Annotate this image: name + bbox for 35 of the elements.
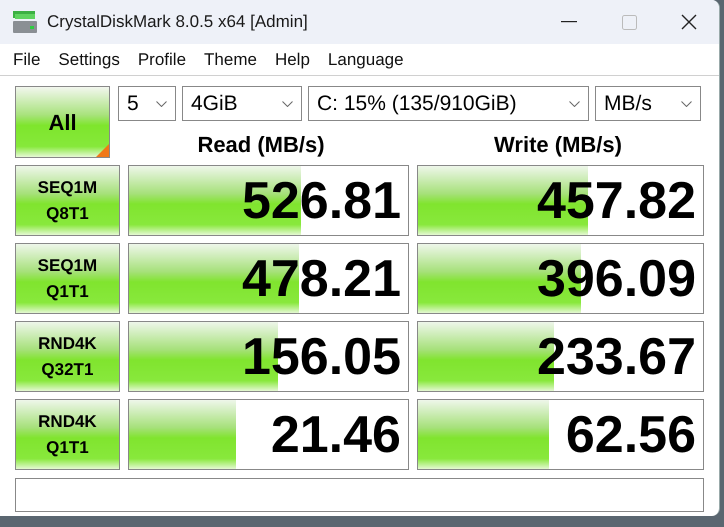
menu-item[interactable]: Theme: [195, 46, 266, 72]
column-header: Read (MB/s): [197, 130, 325, 159]
menu-item[interactable]: Profile: [128, 46, 196, 72]
column-header: Write (MB/s): [494, 130, 622, 159]
result-value: 457.82: [536, 172, 696, 230]
result-value: 478.21: [242, 250, 401, 308]
menu-item[interactable]: Settings: [49, 46, 129, 72]
result-value: 156.05: [242, 328, 401, 386]
test-button[interactable]: RND4K Q32T1: [15, 321, 120, 392]
chevron-down-icon: [681, 100, 692, 106]
menu-item[interactable]: File: [4, 46, 50, 72]
dropdown[interactable]: 4GiB: [182, 86, 302, 121]
result-value: 526.81: [242, 172, 401, 230]
result-value: 62.56: [566, 406, 696, 464]
minimize-icon: [561, 21, 577, 23]
result-value: 233.67: [536, 328, 696, 386]
menu-item[interactable]: Language: [318, 46, 413, 72]
chevron-down-icon: [156, 100, 167, 106]
close-icon: [681, 14, 697, 30]
dropdown[interactable]: C: 15% (135/910GiB): [308, 86, 589, 121]
chevron-down-icon: [569, 100, 580, 106]
test-button[interactable]: SEQ1M Q8T1: [15, 165, 120, 236]
chevron-down-icon: [282, 100, 293, 106]
test-button[interactable]: RND4K Q1T1: [15, 399, 120, 470]
dropdown[interactable]: 5: [118, 86, 176, 121]
all-button[interactable]: All: [15, 86, 110, 158]
dropdown[interactable]: MB/s: [595, 86, 701, 121]
app-disk-icon: [13, 11, 37, 33]
result-value: 396.09: [536, 250, 696, 308]
window-title: CrystalDiskMark 8.0.5 x64 [Admin]: [47, 11, 308, 34]
corner-triangle-icon: [96, 144, 109, 157]
test-button[interactable]: SEQ1M Q1T1: [15, 243, 120, 314]
result-value: 21.46: [270, 406, 401, 464]
maximize-icon: [622, 14, 636, 30]
menu-item[interactable]: Help: [266, 46, 319, 72]
